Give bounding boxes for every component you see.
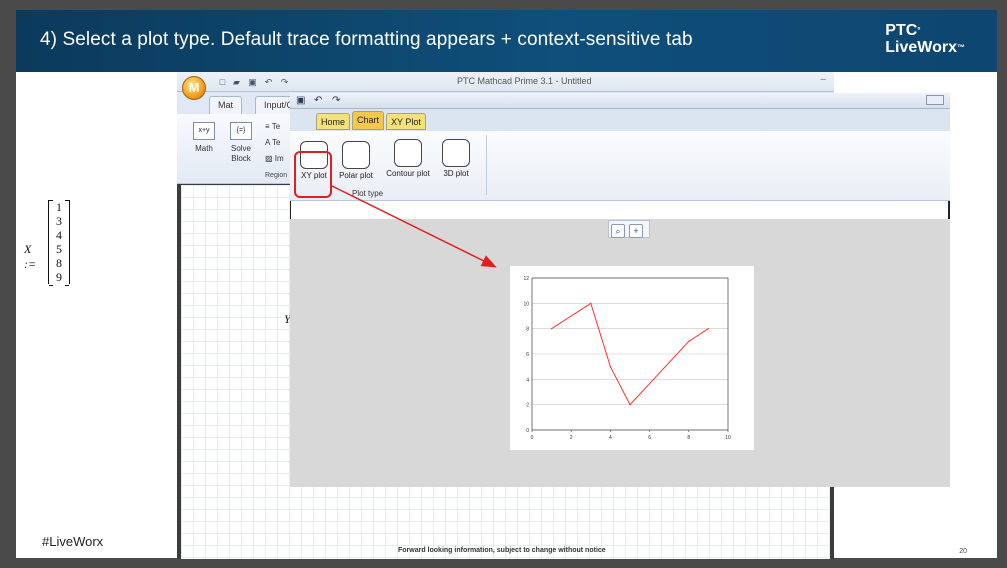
x-tick-label: 4 [609,435,612,441]
data-point [590,302,592,304]
matrix-cell: 9 [56,270,62,284]
plot-type-group-label: Plot type [352,189,384,198]
plot-zoom-toolbar: ⌕ + [608,220,650,238]
page-number: 20 [959,548,967,555]
mathcad-title-bar: □ ▰ ▣ ↶ ↷ PTC Mathcad Prime 3.1 - Untitl… [177,72,834,92]
window-restore-icon[interactable] [926,95,944,105]
x-variable-label: X := [24,242,37,271]
tab-math[interactable]: Mat [209,96,243,114]
matrix-cell: 1 [56,200,62,214]
slide-frame-right [997,0,1007,568]
slide-frame-bottom [0,558,1007,568]
xy-plot-chart: 0 2 4 6 8 10 12 0 2 4 6 8 10 [523,276,731,441]
y-tick-label: 2 [526,403,529,409]
slide: 4) Select a plot type. Default trace for… [0,0,1007,568]
y-tick-label: 8 [526,327,529,333]
y-tick-label: 4 [526,377,529,383]
text-box-icon: A [265,138,270,147]
mathcad-logo-button[interactable]: M [182,76,206,100]
redo-icon[interactable]: ↷ [332,95,340,106]
mathcad-app-title: PTC Mathcad Prime 3.1 - Untitled [457,76,592,86]
xy-plot-region[interactable]: 0 2 4 6 8 10 12 0 2 4 6 8 10 [510,266,754,450]
data-point [629,404,631,406]
data-point [688,340,690,342]
overlay-quick-access-bar: ▣ ↶ ↷ [290,93,950,109]
solve-block-button[interactable]: {=} Solve Block [227,122,255,164]
ribbon-group-separator [486,135,487,195]
contour-plot-button[interactable]: Contour plot [382,139,434,178]
brand-liveworx: LiveWorx™ [885,39,965,56]
tab-chart[interactable]: Chart [352,111,385,130]
image-item[interactable]: ▨ Im [265,154,284,164]
x-tick-label: 2 [570,435,573,441]
tab-xy-plot[interactable]: XY Plot [386,113,426,130]
slide-frame-left [0,0,16,568]
3d-plot-icon [442,139,470,167]
zoom-in-icon[interactable]: + [629,224,643,238]
text-box-item[interactable]: A Te [265,138,280,148]
x-tick-label: 0 [531,435,534,441]
xy-plot-highlight-box [294,151,332,198]
footer-disclaimer: Forward looking information, subject to … [398,547,606,554]
hashtag-label: #LiveWorx [42,534,104,549]
polar-plot-icon [342,141,370,169]
y-tick-label: 12 [523,276,529,282]
matrix-cell: 8 [56,256,62,270]
undo-icon[interactable]: ↶ [314,95,322,106]
undo-icon[interactable]: ↶ [263,77,274,87]
y-tick-label: 10 [523,301,529,307]
redo-icon[interactable]: ↷ [279,77,290,87]
x-tick-label: 8 [687,435,690,441]
math-region-icon: x+y [193,122,215,140]
overlay-ribbon-tabs: Home Chart XY Plot [290,109,950,131]
x-tick-label: 6 [648,435,651,441]
data-point [609,366,611,368]
ptc-liveworx-logo: PTC° LiveWorx™ [885,22,965,56]
save-icon[interactable]: ▣ [247,77,258,87]
3d-plot-button[interactable]: 3D plot [438,139,474,178]
solve-block-icon: {=} [230,122,252,140]
zoom-out-icon[interactable]: ⌕ [611,224,625,238]
open-folder-icon[interactable]: ▰ [231,77,242,87]
slide-title: 4) Select a plot type. Default trace for… [40,29,693,50]
matrix-cell: 5 [56,242,62,256]
tab-home[interactable]: Home [316,113,351,130]
polar-plot-button[interactable]: Polar plot [334,141,378,180]
matrix-cell: 3 [56,214,62,228]
y-tick-label: 0 [526,428,529,434]
data-point [551,328,553,330]
document-edge [290,201,950,219]
x-tick-label: 10 [725,435,731,441]
data-point [707,328,709,330]
minimize-icon[interactable]: – [820,74,826,85]
y-tick-label: 6 [526,352,529,358]
zoomed-ribbon-overlay: ▣ ↶ ↷ Home Chart XY Plot XY plot Polar p… [290,93,950,487]
math-region-button[interactable]: x+y Math [191,122,217,154]
regions-group-label: Region [265,172,288,179]
matrix-cell: 4 [56,228,62,242]
chart-ribbon: XY plot Polar plot Contour plot 3D plot … [290,131,950,201]
text-region-icon: ≡ [265,122,270,131]
save-icon[interactable]: ▣ [296,95,305,106]
image-icon: ▨ [265,154,273,163]
contour-plot-icon [394,139,422,167]
text-region-item[interactable]: ≡ Te [265,122,280,132]
slide-frame-top [0,0,1007,10]
brand-ptc: PTC° [885,22,921,39]
new-document-icon[interactable]: □ [217,77,228,87]
x-vector-matrix: 1 3 4 5 8 9 [48,200,70,286]
slide-header: 4) Select a plot type. Default trace for… [16,10,997,72]
